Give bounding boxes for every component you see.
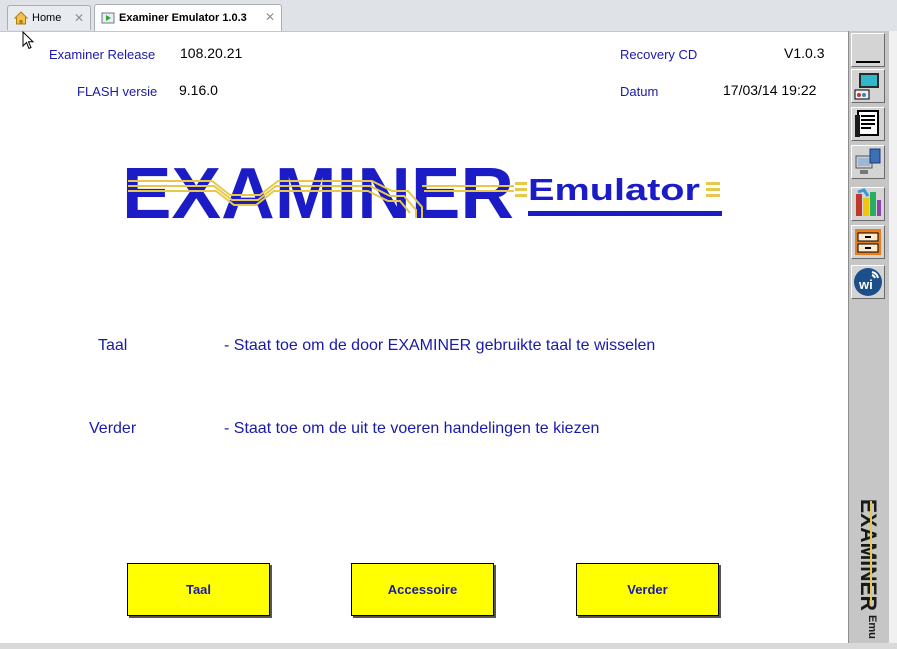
tab-examiner-label: Examiner Emulator 1.0.3 bbox=[119, 12, 247, 24]
document-tool-button[interactable] bbox=[851, 107, 885, 141]
datum-label: Datum bbox=[620, 84, 659, 99]
desc-taal-key: Taal bbox=[98, 337, 128, 354]
flash-versie-value: 9.16.0 bbox=[179, 82, 218, 98]
horizontal-scrollbar[interactable] bbox=[0, 643, 897, 649]
network-computer-icon bbox=[855, 148, 881, 174]
emulator-icon bbox=[101, 12, 115, 24]
network-tool-button[interactable] bbox=[851, 145, 885, 179]
taal-button[interactable]: Taal bbox=[127, 563, 270, 616]
home-icon bbox=[14, 11, 28, 25]
accessoire-button[interactable]: Accessoire bbox=[351, 563, 494, 616]
minimize-icon bbox=[856, 61, 880, 63]
tab-bar: Home ✕ Examiner Emulator 1.0.3 ✕ bbox=[0, 0, 897, 32]
examiner-release-value: 108.20.21 bbox=[180, 45, 243, 61]
sidebar-examiner-logo: EXAMINER Emu bbox=[856, 499, 881, 639]
tab-home-label: Home bbox=[32, 12, 62, 24]
minimize-tool-button[interactable] bbox=[851, 33, 885, 67]
examiner-emulator-logo: EXAMINER Emulator bbox=[122, 162, 722, 222]
file-cabinet-icon bbox=[855, 229, 881, 255]
tools-tool-button[interactable] bbox=[851, 187, 885, 221]
verder-button[interactable]: Verder bbox=[576, 563, 719, 616]
flash-versie-label: FLASH versie bbox=[77, 84, 158, 99]
tab-examiner-emulator[interactable]: Examiner Emulator 1.0.3 ✕ bbox=[94, 4, 282, 31]
document-stack-icon bbox=[855, 110, 879, 137]
logo-underline bbox=[528, 211, 722, 216]
sidebar-logo-sub-text: Emu bbox=[866, 615, 878, 639]
recovery-cd-value: V1.0.3 bbox=[784, 45, 825, 61]
examiner-release-label: Examiner Release bbox=[49, 47, 156, 62]
tab-home[interactable]: Home ✕ bbox=[7, 5, 91, 30]
svg-text:wi: wi bbox=[858, 277, 873, 292]
computer-info-icon bbox=[854, 73, 879, 100]
color-tools-icon bbox=[856, 188, 881, 216]
desc-verder-key: Verder bbox=[89, 420, 137, 437]
close-icon[interactable]: ✕ bbox=[74, 11, 84, 25]
desc-taal-text: - Staat toe om de door EXAMINER gebruikt… bbox=[224, 337, 656, 354]
mouse-cursor-icon bbox=[22, 31, 35, 50]
system-info-tool-button[interactable] bbox=[851, 69, 885, 103]
recovery-cd-label: Recovery CD bbox=[620, 47, 698, 62]
close-icon[interactable]: ✕ bbox=[265, 10, 275, 24]
wireless-tool-button[interactable]: wi bbox=[851, 265, 885, 299]
vertical-scrollbar[interactable] bbox=[889, 31, 897, 643]
desc-verder-text: - Staat toe om de uit te voeren handelin… bbox=[224, 420, 600, 437]
archive-tool-button[interactable] bbox=[851, 225, 885, 259]
logo-sub-text: Emulator bbox=[528, 172, 700, 207]
datum-value: 17/03/14 19:22 bbox=[723, 82, 817, 98]
sidebar-logo-main-text: EXAMINER bbox=[856, 499, 881, 611]
wireless-icon: wi bbox=[854, 268, 882, 296]
right-toolbar: wi EXAMINER Emu bbox=[848, 31, 890, 643]
